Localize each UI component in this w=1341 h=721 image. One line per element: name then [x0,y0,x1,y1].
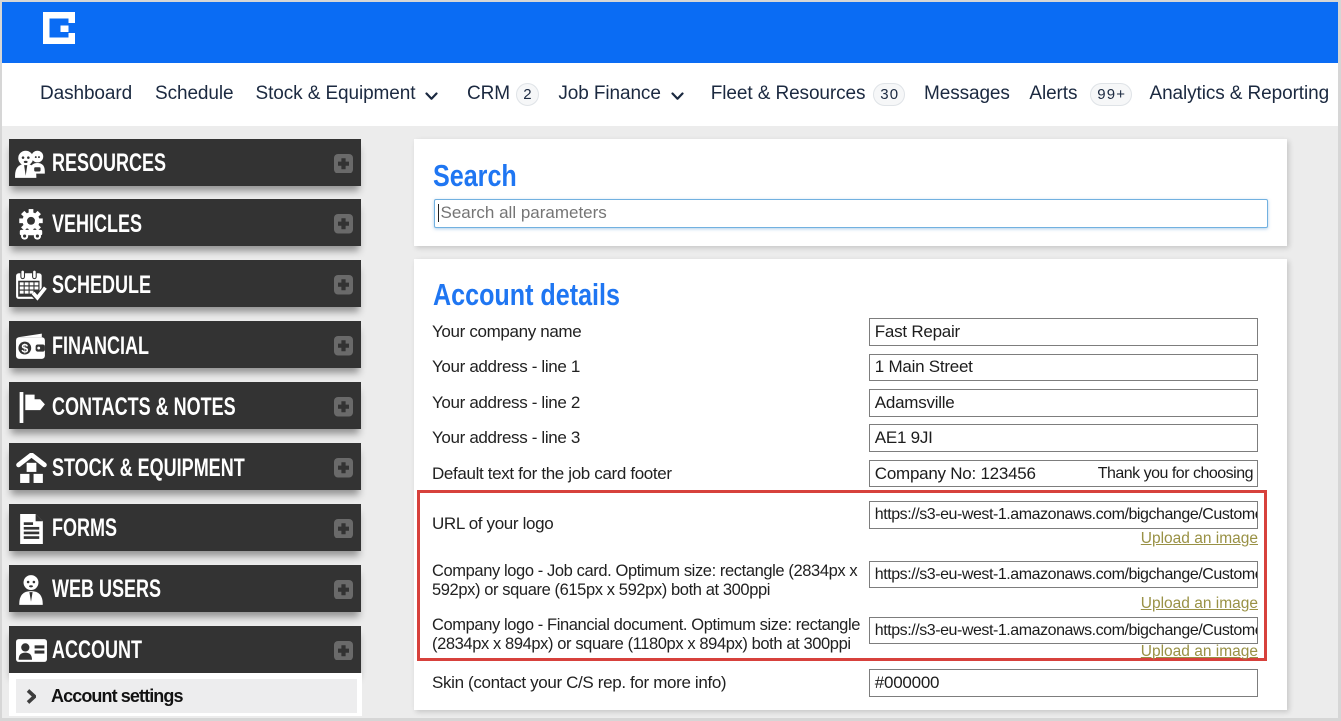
svg-text:$: $ [21,341,28,355]
